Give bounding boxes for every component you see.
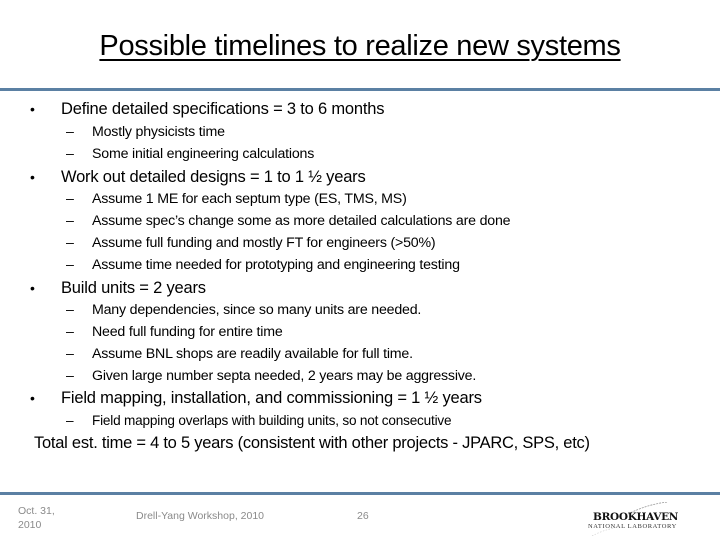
bullet-icon: • [30, 390, 35, 406]
bottom-divider [0, 492, 720, 495]
sub-item-text: Assume time needed for prototyping and e… [92, 257, 460, 273]
footer-event: Drell-Yang Workshop, 2010 [136, 510, 265, 522]
sub-item: – Many dependencies, since so many units … [66, 302, 421, 318]
bullet-text: Build units = 2 years [61, 279, 206, 297]
sub-item-text: Assume BNL shops are readily available f… [92, 346, 413, 362]
sub-item: – Field mapping overlaps with building un… [66, 413, 452, 428]
sub-item: – Some initial engineering calculations [66, 146, 314, 162]
sub-item-text: Need full funding for entire time [92, 324, 283, 340]
dash-icon: – [66, 257, 74, 273]
sub-item-text: Some initial engineering calculations [92, 146, 315, 162]
sub-item: – Given large number septa needed, 2 year… [66, 368, 476, 384]
dash-icon: – [66, 346, 74, 362]
sub-item-text: Mostly physicists time [92, 124, 225, 140]
bullet-text: Field mapping, installation, and commiss… [61, 389, 482, 407]
bullet-text: Define detailed specifications = 3 to 6 … [61, 100, 385, 118]
dash-icon: – [66, 413, 74, 428]
footer-date-line1: Oct. 31, [18, 505, 55, 517]
bullet-item: • Define detailed specifications = 3 to 6… [30, 100, 384, 119]
dash-icon: – [66, 146, 74, 162]
sub-item-text: Field mapping overlaps with building uni… [92, 413, 452, 428]
slide-title: Possible timelines to realize new system… [99, 30, 621, 62]
page-number: 26 [357, 510, 369, 522]
bullet-item: • Build units = 2 years [30, 279, 206, 298]
bullet-item: • Work out detailed designs = 1 to 1 ½ ye… [30, 168, 366, 187]
sub-item-text: Assume spec’s change some as more detail… [92, 213, 511, 229]
sub-item-text: Assume 1 ME for each septum type (ES, TM… [92, 191, 407, 207]
sub-item: – Assume BNL shops are readily available … [66, 346, 413, 362]
footer-date-line2: 2010 [18, 519, 42, 531]
top-divider [0, 88, 720, 91]
logo-sub-text: NATIONAL LABORATORY [588, 523, 677, 530]
bullet-item: • Field mapping, installation, and commis… [30, 389, 482, 408]
bullet-icon: • [30, 169, 35, 185]
dash-icon: – [66, 191, 74, 207]
dash-icon: – [66, 368, 74, 384]
sub-item-text: Given large number septa needed, 2 years… [92, 368, 477, 384]
sub-item: – Mostly physicists time [66, 124, 225, 140]
sub-item-text: Many dependencies, since so many units a… [92, 302, 422, 318]
sub-item: – Need full funding for entire time [66, 324, 283, 340]
sub-item-text: Assume full funding and mostly FT for en… [92, 235, 436, 251]
bullet-icon: • [30, 101, 35, 117]
bullet-text: Work out detailed designs = 1 to 1 ½ yea… [61, 168, 366, 186]
dash-icon: – [66, 235, 74, 251]
total-estimate: Total est. time = 4 to 5 years (consiste… [34, 434, 590, 452]
sub-item: – Assume time needed for prototyping and … [66, 257, 460, 273]
dash-icon: – [66, 324, 74, 340]
dash-icon: – [66, 302, 74, 318]
logo-main-text: BROOKHAVEN [593, 511, 679, 523]
footer-date: Oct. 31, 2010 [18, 504, 78, 532]
brookhaven-logo: BROOKHAVEN NATIONAL LABORATORY [588, 502, 694, 536]
sub-item: – Assume 1 ME for each septum type (ES, T… [66, 191, 407, 207]
dash-icon: – [66, 124, 74, 140]
dash-icon: – [66, 213, 74, 229]
bullet-icon: • [30, 280, 35, 296]
sub-item: – Assume full funding and mostly FT for e… [66, 235, 436, 251]
sub-item: – Assume spec’s change some as more detai… [66, 213, 511, 229]
